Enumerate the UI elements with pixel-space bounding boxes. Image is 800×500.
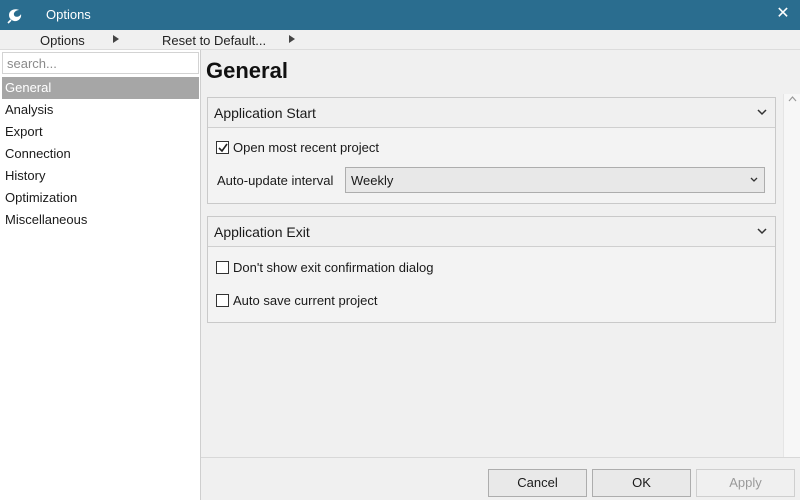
search-input[interactable]: [2, 52, 199, 74]
title-bar: Options ✕: [0, 0, 800, 30]
sidebar: General Analysis Export Connection Histo…: [0, 50, 201, 500]
sidebar-item-connection[interactable]: Connection: [2, 143, 199, 165]
settings-panel: General Application Start Open most rece…: [201, 50, 800, 467]
auto-update-value: Weekly: [351, 173, 394, 188]
section-title: Application Start: [214, 105, 316, 121]
no-exit-confirm-checkbox[interactable]: [216, 261, 229, 274]
chevron-down-icon: [750, 177, 758, 182]
open-recent-checkbox[interactable]: [216, 141, 229, 154]
sidebar-item-optimization[interactable]: Optimization: [2, 187, 199, 209]
ok-button[interactable]: OK: [592, 469, 691, 497]
chevron-down-icon[interactable]: [757, 228, 767, 235]
cancel-button[interactable]: Cancel: [488, 469, 587, 497]
checkmark-icon: [218, 143, 228, 153]
no-exit-confirm-label[interactable]: Don't show exit confirmation dialog: [233, 260, 433, 275]
apply-button[interactable]: Apply: [696, 469, 795, 497]
sidebar-item-general[interactable]: General: [2, 77, 199, 99]
sidebar-item-export[interactable]: Export: [2, 121, 199, 143]
section-header-application-exit[interactable]: Application Exit: [208, 217, 775, 247]
menu-reset-to-default[interactable]: Reset to Default...: [162, 33, 266, 48]
sidebar-item-history[interactable]: History: [2, 165, 199, 187]
menu-options[interactable]: Options: [40, 33, 85, 48]
auto-save-label[interactable]: Auto save current project: [233, 293, 378, 308]
section-title: Application Exit: [214, 224, 310, 240]
section-header-application-start[interactable]: Application Start: [208, 98, 775, 128]
page-title: General: [206, 58, 288, 83]
triangle-right-icon[interactable]: [112, 34, 120, 44]
auto-update-label: Auto-update interval: [217, 173, 334, 188]
dialog-footer: Cancel OK Apply: [201, 457, 800, 500]
open-recent-label[interactable]: Open most recent project: [233, 140, 379, 155]
chevron-down-icon[interactable]: [757, 109, 767, 116]
auto-save-checkbox[interactable]: [216, 294, 229, 307]
window-title: Options: [46, 7, 91, 22]
sidebar-item-analysis[interactable]: Analysis: [2, 99, 199, 121]
section-application-exit: Application Exit Don't show exit confirm…: [207, 216, 776, 323]
auto-update-select[interactable]: Weekly: [345, 167, 765, 193]
sidebar-item-miscellaneous[interactable]: Miscellaneous: [2, 209, 199, 231]
section-application-start: Application Start Open most recent proje…: [207, 97, 776, 204]
category-list: General Analysis Export Connection Histo…: [2, 77, 199, 231]
menu-bar: Options Reset to Default...: [0, 30, 800, 50]
triangle-right-icon[interactable]: [288, 34, 296, 44]
vertical-scrollbar[interactable]: [783, 94, 800, 467]
chevron-up-icon[interactable]: [788, 96, 797, 102]
close-icon[interactable]: ✕: [774, 5, 792, 23]
app-logo-icon: [7, 9, 22, 24]
